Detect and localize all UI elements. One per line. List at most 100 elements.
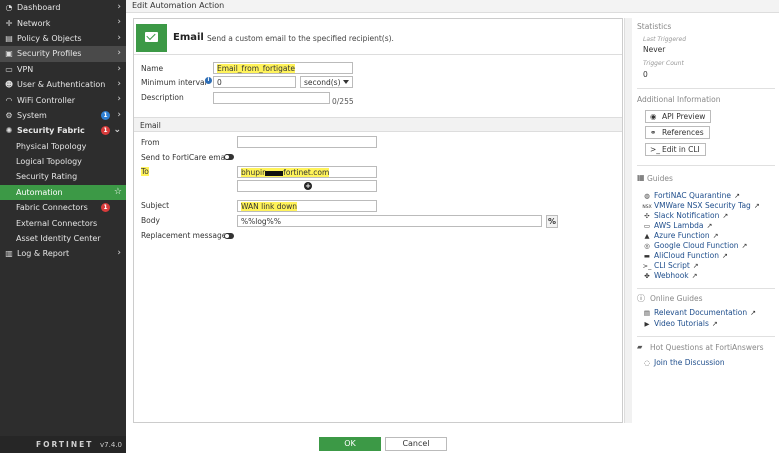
- sidebar-item-security-profiles[interactable]: ▣ Security Profiles ›: [0, 46, 126, 62]
- action-header: Email Send a custom email to the specifi…: [134, 19, 622, 55]
- external-link-icon: ↗: [712, 232, 719, 240]
- gcloud-icon: ◎: [644, 242, 650, 250]
- info-panel: Statistics Last Triggered Never Trigger …: [632, 18, 779, 453]
- body-label: Body: [141, 216, 160, 225]
- sidebar-item-dashboard[interactable]: ◔ Dashboard ›: [0, 0, 126, 15]
- sidebar-item-fabric-connectors[interactable]: Fabric Connectors 1: [0, 200, 126, 215]
- info-icon[interactable]: i: [205, 77, 212, 84]
- replacement-toggle[interactable]: [224, 233, 234, 239]
- scrollbar[interactable]: [624, 18, 632, 423]
- online-guides-title: Online Guides: [650, 294, 703, 303]
- action-description: Send a custom email to the specified rec…: [207, 34, 394, 43]
- chevron-right-icon: ›: [117, 48, 121, 59]
- forticare-toggle[interactable]: [224, 154, 234, 160]
- references-button[interactable]: ⚭ References: [645, 126, 710, 139]
- plus-icon[interactable]: +: [304, 182, 312, 190]
- sidebar-item-security-rating[interactable]: Security Rating: [0, 169, 126, 184]
- guide-google-cloud[interactable]: ◎ Google Cloud Function ↗: [642, 241, 747, 250]
- to-input[interactable]: bhupir fortinet.com: [237, 166, 377, 178]
- comment-icon: ◌: [644, 359, 650, 367]
- api-preview-button[interactable]: ◉ API Preview: [645, 110, 712, 123]
- cancel-button[interactable]: Cancel: [385, 437, 447, 451]
- sidebar-item-wifi[interactable]: ◠ WiFi Controller ›: [0, 92, 126, 107]
- divider: [637, 88, 775, 89]
- sidebar-item-asset-identity[interactable]: Asset Identity Center: [0, 231, 126, 246]
- from-input[interactable]: [237, 136, 377, 148]
- gear-icon: ⚙: [5, 110, 13, 120]
- add-recipient-box[interactable]: +: [237, 180, 377, 192]
- name-input[interactable]: Email_from_fortigate: [213, 62, 353, 74]
- chevron-down-icon: [343, 80, 349, 84]
- guide-alicloud[interactable]: ▬ AliCloud Function ↗: [642, 251, 728, 260]
- top-bar: Edit Automation Action: [126, 0, 779, 13]
- fortianswers-title: Hot Questions at FortiAnswers: [650, 343, 764, 352]
- chevron-right-icon: ›: [117, 248, 121, 259]
- sidebar-item-physical-topology[interactable]: Physical Topology: [0, 139, 126, 154]
- sidebar-item-network[interactable]: ✛ Network ›: [0, 15, 126, 30]
- doc-icon: ▤: [643, 309, 651, 317]
- chevron-right-icon: ›: [117, 17, 121, 28]
- version-label: v7.4.0: [100, 440, 122, 449]
- external-link-icon: ↗: [741, 242, 748, 250]
- ok-button[interactable]: OK: [319, 437, 381, 451]
- nsx-icon: NSX: [642, 205, 652, 210]
- last-triggered-value: Never: [643, 45, 666, 54]
- azure-icon: ▲: [644, 232, 650, 240]
- sidebar-item-automation[interactable]: Automation ☆: [0, 184, 126, 201]
- interval-unit-select[interactable]: second(s): [300, 76, 353, 88]
- join-discussion-link[interactable]: ◌ Join the Discussion: [642, 358, 724, 367]
- divider: [637, 336, 775, 337]
- insert-variable-button[interactable]: %: [546, 215, 558, 228]
- alicloud-icon: ▬: [643, 252, 651, 260]
- to-label: To: [141, 167, 149, 176]
- external-link-icon: ↗: [734, 192, 740, 200]
- log-icon: ▥: [5, 249, 13, 259]
- subject-input[interactable]: WAN link down: [237, 200, 377, 212]
- sidebar-item-log-report[interactable]: ▥ Log & Report ›: [0, 246, 126, 261]
- action-icon-box: [136, 24, 167, 52]
- guide-fortinac[interactable]: ◍ FortiNAC Quarantine ↗: [642, 191, 740, 200]
- sidebar-item-external-connectors[interactable]: External Connectors: [0, 215, 126, 230]
- external-link-icon: ↗: [753, 202, 760, 210]
- description-input[interactable]: [213, 92, 330, 104]
- sidebar-item-policy[interactable]: ▤ Policy & Objects ›: [0, 31, 126, 46]
- interval-input[interactable]: 0: [213, 76, 296, 88]
- edit-cli-button[interactable]: >_ Edit in CLI: [645, 143, 706, 156]
- vpn-icon: ▭: [5, 64, 13, 74]
- action-name: Email: [173, 32, 204, 43]
- policy-icon: ▤: [5, 33, 13, 43]
- page-title: Edit Automation Action: [132, 1, 225, 10]
- dashboard-icon: ◔: [5, 3, 13, 13]
- relevant-documentation-link[interactable]: ▤ Relevant Documentation ↗: [642, 308, 756, 317]
- external-link-icon: ↗: [722, 252, 728, 260]
- network-icon: ✛: [5, 18, 13, 28]
- star-icon[interactable]: ☆: [114, 185, 122, 200]
- chevron-right-icon: ›: [117, 32, 121, 43]
- guide-vmware-nsx[interactable]: NSX VMWare NSX Security Tag ↗: [642, 201, 760, 210]
- sidebar-item-user-auth[interactable]: ☻ User & Authentication ›: [0, 77, 126, 92]
- fabric-icon: ✺: [5, 126, 13, 136]
- trigger-count-value: 0: [643, 70, 648, 79]
- sidebar-item-system[interactable]: ⚙ System 1 ›: [0, 108, 126, 123]
- chevron-right-icon: ›: [117, 2, 121, 12]
- guide-webhook[interactable]: ✤ Webhook ↗: [642, 271, 697, 280]
- sidebar-item-logical-topology[interactable]: Logical Topology: [0, 154, 126, 169]
- sidebar: ◔ Dashboard › ✛ Network › ▤ Policy & Objects ›…: [0, 0, 126, 453]
- guide-slack[interactable]: ✣ Slack Notification ↗: [642, 211, 728, 220]
- body-input[interactable]: %%log%%: [237, 215, 542, 227]
- cli-icon: >_: [642, 262, 652, 270]
- video-tutorials-link[interactable]: ▶ Video Tutorials ↗: [642, 319, 718, 328]
- guide-azure[interactable]: ▲ Azure Function ↗: [642, 231, 719, 240]
- lock-icon: ▣: [5, 49, 13, 59]
- subject-label: Subject: [141, 201, 170, 210]
- sidebar-item-vpn[interactable]: ▭ VPN ›: [0, 62, 126, 77]
- edit-panel: Email Send a custom email to the specifi…: [133, 18, 623, 423]
- guides-icon: ▦: [637, 173, 645, 182]
- name-value: Email_from_fortigate: [217, 64, 296, 73]
- video-icon: ▶: [644, 320, 650, 328]
- replacement-label: Replacement message: [141, 231, 227, 240]
- guide-cli-script[interactable]: >_ CLI Script ↗: [642, 261, 699, 270]
- guide-aws-lambda[interactable]: ▭ AWS Lambda ↗: [642, 221, 712, 230]
- from-label: From: [141, 138, 160, 147]
- sidebar-item-security-fabric[interactable]: ✺ Security Fabric 1 ⌄: [0, 123, 126, 138]
